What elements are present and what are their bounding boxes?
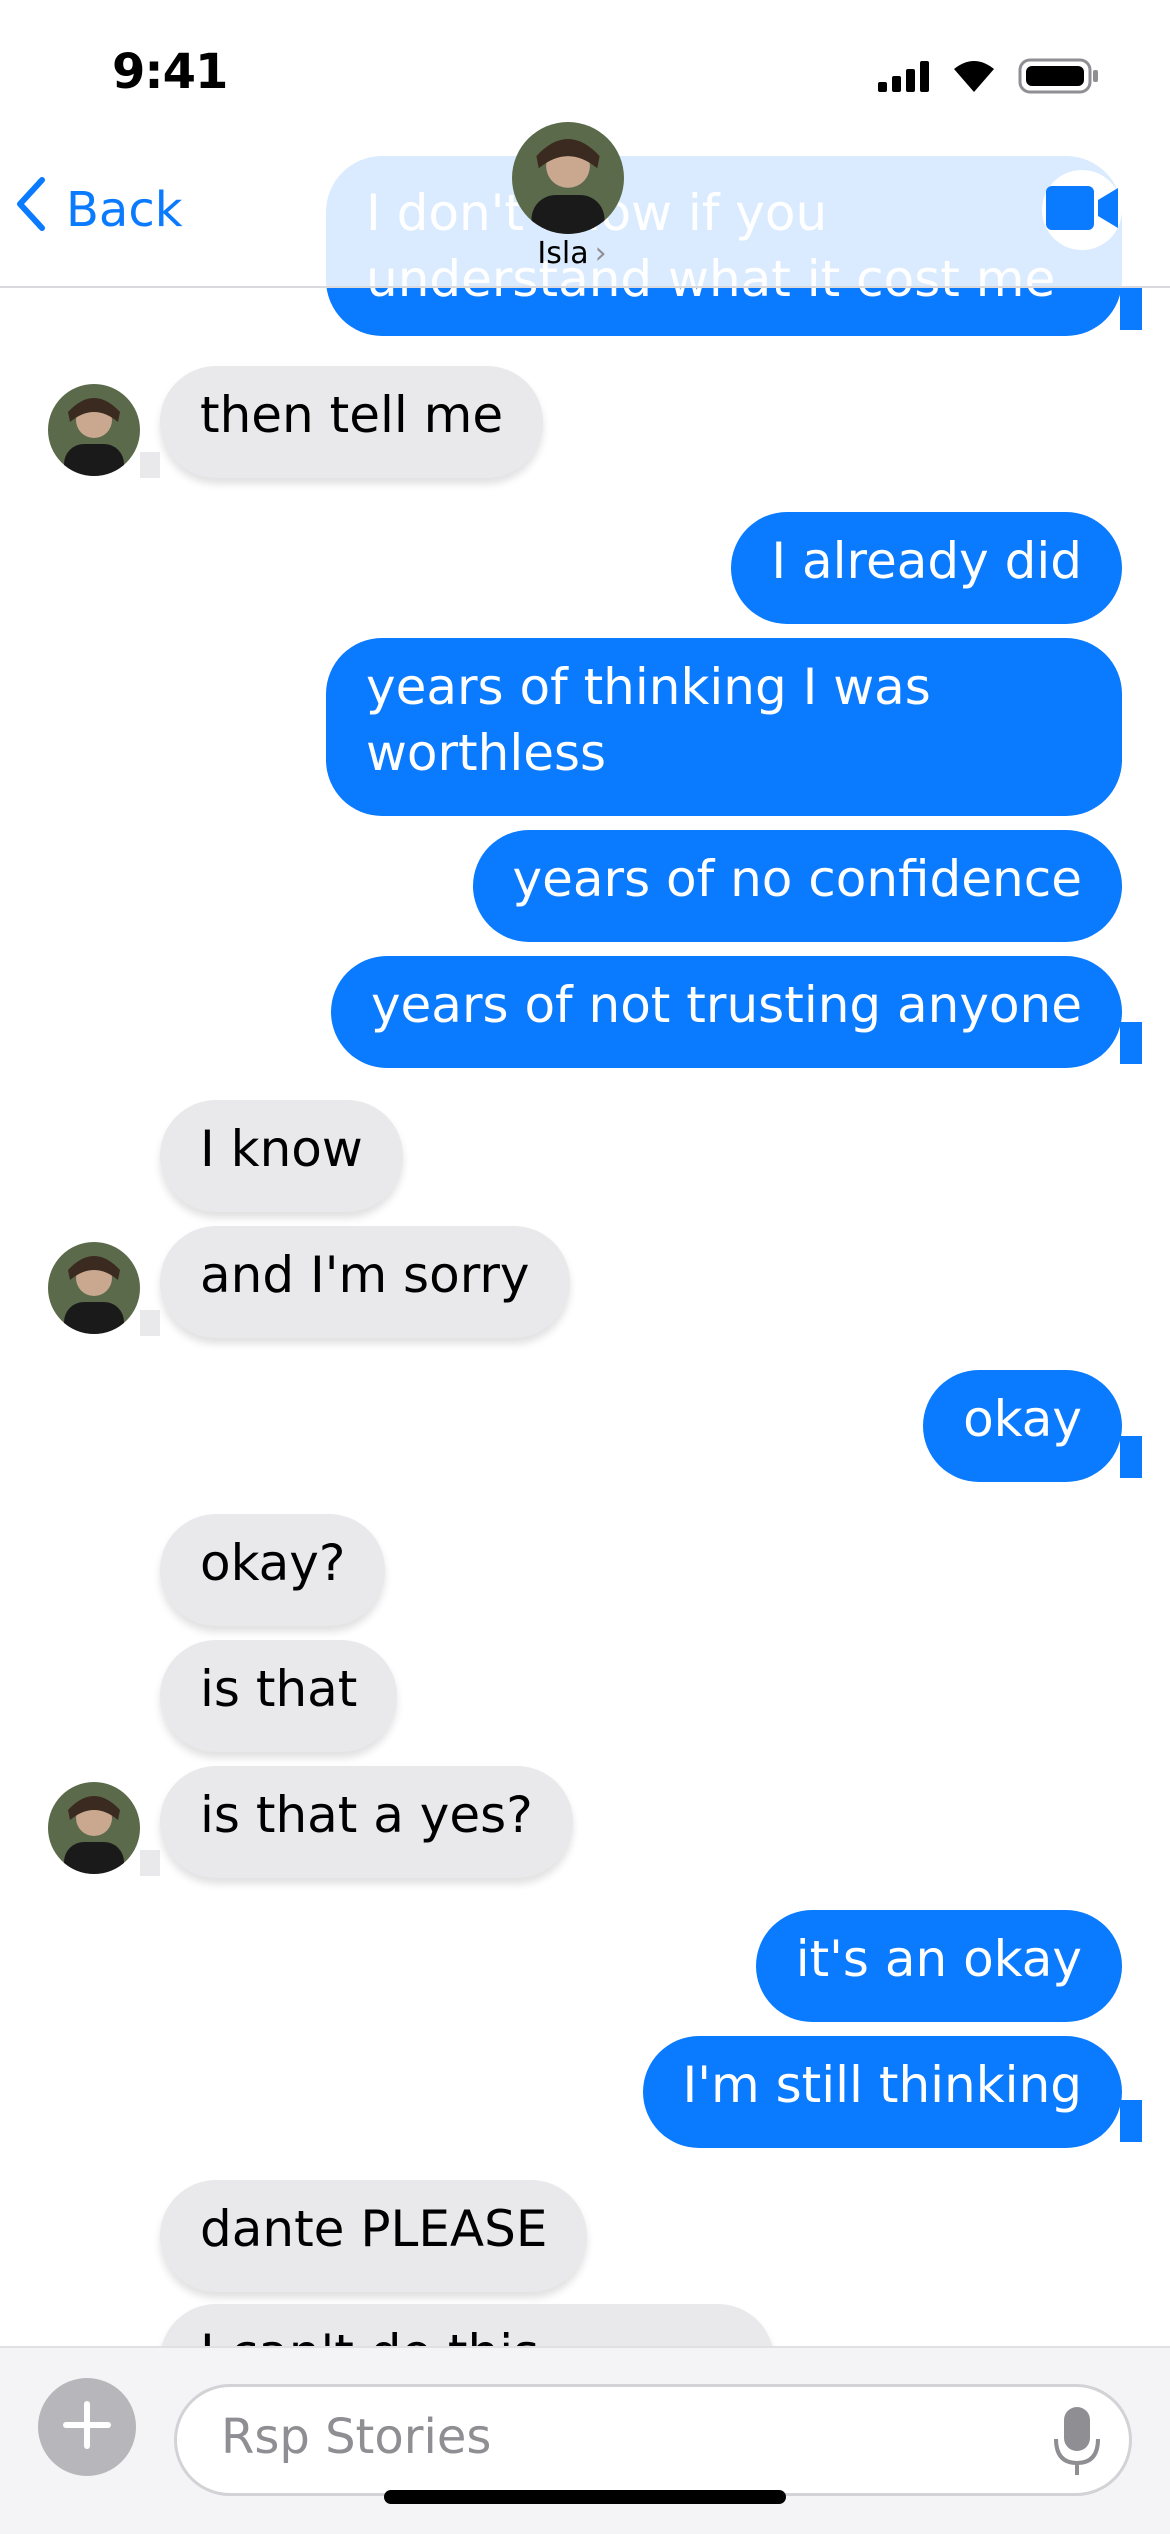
message-text: I already did bbox=[771, 532, 1082, 590]
message-bubble-sent[interactable]: years of no confidence bbox=[472, 830, 1122, 942]
message-text: it's an okay bbox=[795, 1930, 1082, 1988]
video-call-button[interactable] bbox=[1042, 170, 1122, 250]
message-text: okay? bbox=[200, 1534, 346, 1592]
microphone-icon[interactable] bbox=[1047, 2401, 1107, 2481]
contact-name-row: Isla › bbox=[492, 236, 652, 271]
message-text-line: worthless bbox=[366, 724, 607, 782]
video-camera-icon bbox=[1046, 184, 1118, 236]
message-bubble-received[interactable]: is that bbox=[160, 1640, 398, 1752]
message-text: I'm still thinking bbox=[682, 2056, 1082, 2114]
cellular-signal-icon bbox=[878, 60, 930, 96]
message-text: then tell me bbox=[200, 386, 504, 444]
bubble-tail bbox=[140, 452, 160, 478]
bubble-tail bbox=[140, 1850, 160, 1876]
conversation-header: Back Isla › bbox=[0, 122, 1170, 288]
home-indicator bbox=[384, 2490, 786, 2504]
bubble-tail bbox=[1120, 1022, 1142, 1064]
status-time: 9:41 bbox=[112, 44, 228, 100]
message-bubble-received[interactable]: I know bbox=[160, 1100, 403, 1212]
chevron-right-icon: › bbox=[594, 236, 607, 271]
message-bubble-sent[interactable]: okay bbox=[923, 1370, 1122, 1482]
back-button[interactable]: Back bbox=[14, 176, 183, 244]
plus-icon bbox=[59, 2397, 115, 2457]
message-bubble-sent[interactable]: I'm still thinking bbox=[642, 2036, 1122, 2148]
message-bubble-received[interactable]: dante PLEASE bbox=[160, 2180, 588, 2292]
message-input-placeholder: Rsp Stories bbox=[221, 2409, 492, 2465]
back-label: Back bbox=[66, 182, 183, 238]
contact-avatar[interactable] bbox=[48, 1242, 140, 1334]
message-bubble-sent[interactable]: years of thinking I was worthless bbox=[326, 638, 1122, 816]
message-text: is that bbox=[200, 1660, 358, 1718]
message-text: is that a yes? bbox=[200, 1786, 533, 1844]
message-bubble-received[interactable]: okay? bbox=[160, 1514, 386, 1626]
chevron-left-icon bbox=[14, 176, 48, 244]
message-input[interactable]: Rsp Stories bbox=[174, 2384, 1132, 2496]
message-bubble-sent[interactable]: years of not trusting anyone bbox=[330, 956, 1122, 1068]
message-text: and I'm sorry bbox=[200, 1246, 530, 1304]
message-bubble-received[interactable]: and I'm sorry bbox=[160, 1226, 570, 1338]
message-text: years of no confidence bbox=[512, 850, 1082, 908]
message-bubble-sent[interactable]: it's an okay bbox=[755, 1910, 1122, 2022]
message-text: okay bbox=[963, 1390, 1082, 1448]
wifi-icon bbox=[952, 59, 996, 97]
bubble-tail bbox=[140, 1310, 160, 1336]
message-bubble-received[interactable]: then tell me bbox=[160, 366, 544, 478]
message-text: dante PLEASE bbox=[200, 2200, 548, 2258]
composer-bar: Rsp Stories bbox=[0, 2346, 1170, 2534]
bubble-tail bbox=[1120, 288, 1142, 330]
bubble-tail bbox=[1120, 2100, 1142, 2142]
status-icons bbox=[878, 58, 1100, 98]
status-bar: 9:41 bbox=[0, 0, 1170, 150]
contact-avatar[interactable] bbox=[48, 1782, 140, 1874]
contact-avatar[interactable] bbox=[48, 384, 140, 476]
message-bubble-received[interactable]: is that a yes? bbox=[160, 1766, 573, 1878]
message-text: years of not trusting anyone bbox=[370, 976, 1082, 1034]
message-text-line: years of thinking I was bbox=[366, 658, 931, 716]
contact-name: Isla bbox=[537, 236, 589, 271]
message-text: I know bbox=[200, 1120, 363, 1178]
message-bubble-sent[interactable]: I already did bbox=[731, 512, 1122, 624]
battery-icon bbox=[1018, 58, 1100, 98]
bubble-tail bbox=[1120, 1436, 1142, 1478]
add-attachment-button[interactable] bbox=[38, 2378, 136, 2476]
